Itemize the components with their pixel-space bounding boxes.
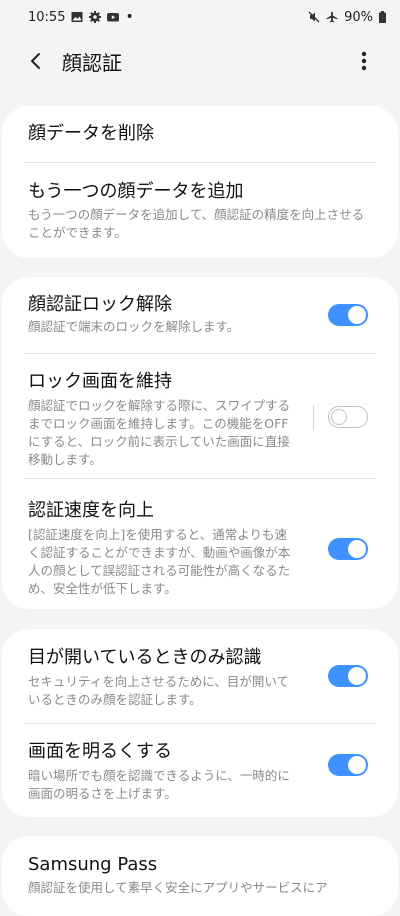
add-face-data-description: もう一つの顔データを追加して、顔認証の精度を向上させることができます。: [28, 207, 365, 240]
mute-icon: [308, 11, 320, 23]
stay-on-lock-screen-toggle[interactable]: [328, 406, 368, 428]
toggle-knob: [348, 540, 366, 558]
back-button[interactable]: [12, 37, 60, 85]
eyes-open-label: 目が開いているときのみ認識: [28, 647, 262, 668]
faster-recognition-item[interactable]: 認証速度を向上 [認証速度を向上]を使用すると、通常よりも速く認証することができ…: [2, 479, 398, 605]
brighten-screen-label: 画面を明るくする: [28, 741, 172, 762]
samsung-pass-item[interactable]: Samsung Pass 顔認証を使用して素早く安全にアプリやサービスにア: [2, 836, 398, 897]
status-dot: •: [125, 9, 134, 25]
brighten-screen-description: 暗い場所でも顔を認識できるように、一時的に画面の明るさを上げます。: [28, 768, 290, 801]
toggle-knob: [348, 756, 366, 774]
eyes-open-toggle[interactable]: [328, 665, 368, 687]
eyes-open-description: セキュリティを向上させるために、目が開いているときのみ顔を認証します。: [28, 674, 290, 707]
status-left: 10:55 •: [28, 9, 134, 25]
more-vertical-icon: [361, 51, 367, 71]
page-title: 顔認証: [62, 50, 122, 75]
recognition-options-card: 目が開いているときのみ認識 セキュリティを向上させるために、目が開いているときの…: [2, 629, 398, 817]
faster-recognition-label: 認証速度を向上: [28, 500, 154, 521]
add-face-data-item[interactable]: もう一つの顔データを追加 もう一つの顔データを追加して、顔認証の精度を向上させる…: [2, 163, 398, 242]
face-unlock-description: 顔認証で端末のロックを解除します。: [28, 319, 240, 334]
vertical-divider: [313, 405, 314, 431]
face-unlock-item[interactable]: 顔認証ロック解除 顔認証で端末のロックを解除します。: [2, 277, 398, 353]
add-face-data-label: もう一つの顔データを追加: [28, 181, 244, 202]
battery-icon: [379, 11, 386, 23]
gear-icon: [89, 11, 102, 23]
battery-level: 90%: [344, 9, 373, 25]
status-bar: 10:55 • 90%: [0, 0, 400, 34]
status-time: 10:55: [28, 9, 66, 25]
samsung-pass-label: Samsung Pass: [28, 854, 158, 875]
brighten-screen-item[interactable]: 画面を明るくする 暗い場所でも顔を認識できるように、一時的に画面の明るさを上げま…: [2, 724, 398, 817]
delete-face-data-label: 顔データを削除: [28, 123, 154, 144]
face-data-card: 顔データを削除 もう一つの顔データを追加 もう一つの顔データを追加して、顔認証の…: [2, 106, 398, 258]
toggle-knob: [348, 667, 366, 685]
image-icon: [71, 12, 83, 22]
airplane-icon: [326, 11, 338, 23]
face-unlock-label: 顔認証ロック解除: [28, 294, 172, 315]
chevron-left-icon: [31, 53, 40, 69]
more-options-button[interactable]: [344, 37, 384, 85]
toggle-knob: [331, 408, 347, 425]
status-right: 90%: [308, 10, 386, 25]
faster-recognition-description: [認証速度を向上]を使用すると、通常よりも速く認証することができますが、動画や画…: [28, 527, 291, 596]
stay-on-lock-screen-description: 顔認証でロックを解除する際に、スワイプするまでロック画面を維持します。この機能を…: [28, 398, 291, 467]
youtube-icon: [107, 13, 120, 22]
app-bar: 顔認証: [0, 34, 400, 88]
eyes-open-item[interactable]: 目が開いているときのみ認識 セキュリティを向上させるために、目が開いているときの…: [2, 629, 398, 723]
delete-face-data-item[interactable]: 顔データを削除: [2, 106, 398, 162]
samsung-pass-card: Samsung Pass 顔認証を使用して素早く安全にアプリやサービスにア: [2, 836, 398, 916]
brighten-screen-toggle[interactable]: [328, 754, 368, 776]
faster-recognition-toggle[interactable]: [328, 538, 368, 560]
face-unlock-card: 顔認証ロック解除 顔認証で端末のロックを解除します。 ロック画面を維持 顔認証で…: [2, 277, 398, 609]
toggle-knob: [348, 306, 366, 324]
stay-on-lock-screen-item[interactable]: ロック画面を維持 顔認証でロックを解除する際に、スワイプするまでロック画面を維持…: [2, 354, 398, 478]
face-unlock-toggle[interactable]: [328, 304, 368, 326]
stay-on-lock-screen-label: ロック画面を維持: [28, 371, 172, 392]
samsung-pass-description: 顔認証を使用して素早く安全にアプリやサービスにア: [28, 880, 328, 895]
